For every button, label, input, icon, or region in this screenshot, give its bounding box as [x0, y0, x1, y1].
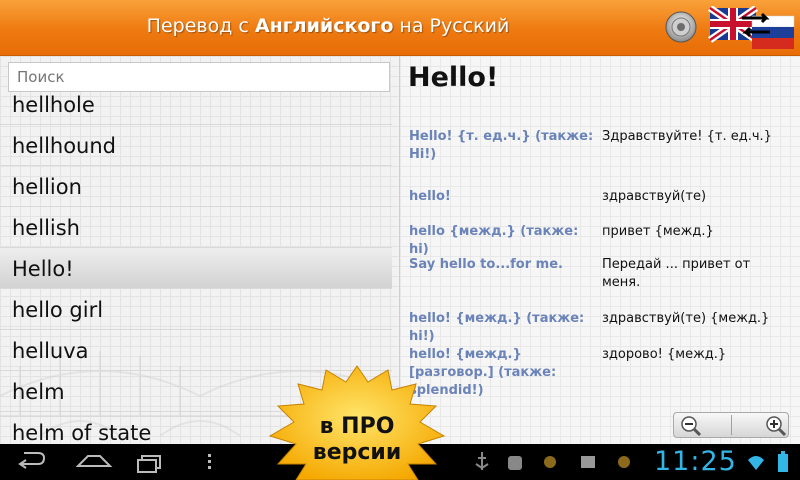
- word-list-item[interactable]: hello girl: [0, 289, 392, 330]
- search-input[interactable]: [8, 62, 390, 92]
- home-icon[interactable]: [75, 455, 113, 467]
- headword: Hello!: [408, 62, 499, 93]
- bug-icon-2: [618, 456, 630, 468]
- zoom-in-button[interactable]: [732, 413, 790, 437]
- translation-target: здравствуй(те): [602, 189, 707, 204]
- translation-target: привет {межд.}: [602, 224, 714, 239]
- word-list-item[interactable]: Hello!: [0, 248, 392, 289]
- wifi-icon: [748, 456, 764, 470]
- app-title: Перевод с Английского на Русский: [146, 15, 510, 37]
- store-icon: [581, 456, 595, 468]
- menu-icon[interactable]: [208, 454, 211, 469]
- translation-source: hello {межд.} (также: hi): [409, 224, 579, 257]
- battery-icon: [778, 451, 788, 472]
- translation-target: здорово! {межд.}: [602, 347, 727, 362]
- translation-target: здравствуй(те) {межд.}: [602, 311, 770, 326]
- entry-pane: Hello! Hello! {т. ед.ч.} (также: Hi!) Здр…: [400, 56, 800, 444]
- pro-badge-text[interactable]: в ПРО версии: [268, 414, 446, 466]
- translation-source: hello!: [409, 189, 451, 204]
- back-icon[interactable]: [18, 452, 46, 469]
- title-bar: Перевод с Английского на Русский: [0, 0, 800, 56]
- pro-badge-line2: версии: [312, 440, 402, 465]
- zoom-control: [673, 412, 789, 438]
- translation-target: Здравствуйте! {т. ед.ч.}: [602, 129, 772, 144]
- zoom-out-icon: [681, 416, 702, 437]
- translation-source: Hello! {т. ед.ч.} (также: Hi!): [409, 129, 594, 162]
- swap-language-icon[interactable]: [708, 6, 796, 50]
- recent-apps-icon[interactable]: [137, 455, 161, 473]
- pro-badge-line1: в ПРО: [319, 414, 395, 439]
- translation-target: Передай ... привет от меня.: [602, 257, 751, 290]
- word-list-item[interactable]: hellion: [0, 166, 392, 207]
- word-list-item[interactable]: hellish: [0, 207, 392, 248]
- speaker-icon[interactable]: [664, 10, 698, 44]
- bug-icon: [544, 456, 556, 468]
- translation-source: hello! {межд.} (также: hi!): [409, 311, 585, 344]
- usb-icon: [475, 452, 489, 470]
- android-debug-icon: [508, 456, 522, 470]
- status-clock: 11:25: [654, 446, 737, 477]
- word-list-item[interactable]: hellhound: [0, 125, 392, 166]
- zoom-in-icon: [766, 416, 787, 437]
- zoom-out-button[interactable]: [674, 413, 732, 437]
- translation-source: Say hello to...for me.: [409, 257, 563, 272]
